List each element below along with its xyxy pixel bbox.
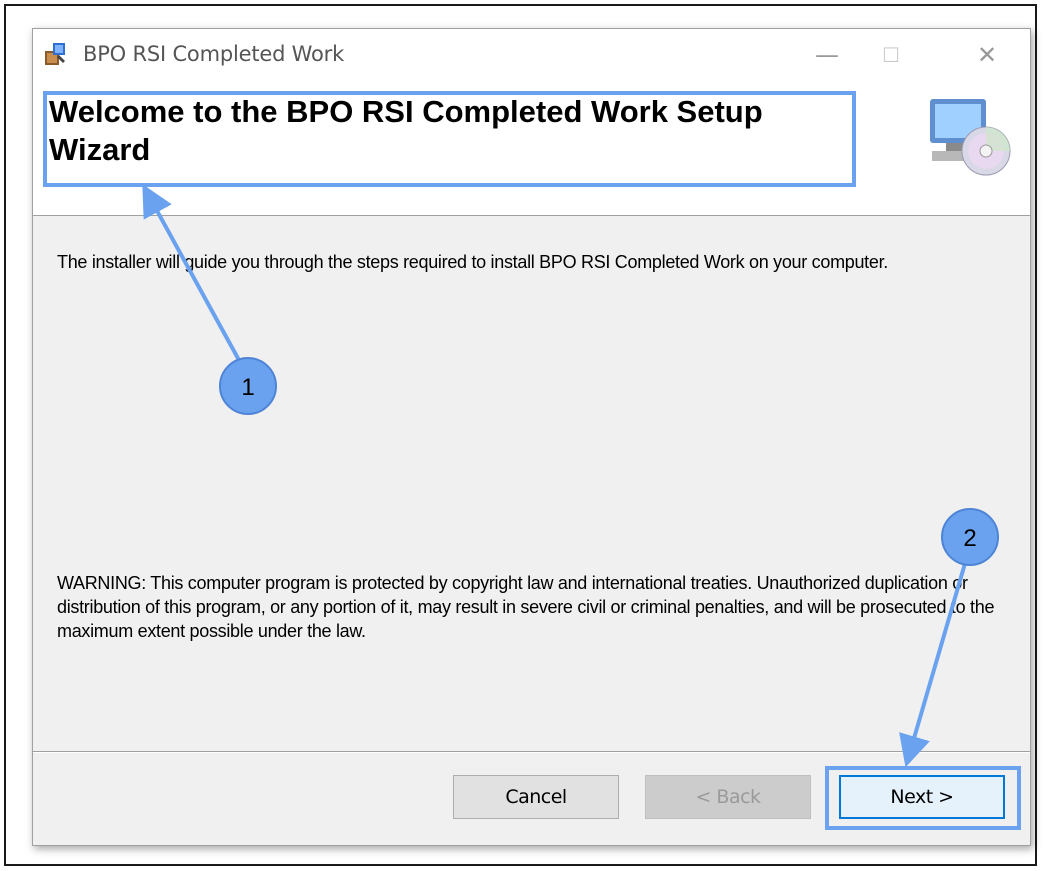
- installer-app-icon: [45, 43, 65, 65]
- button-separator: [33, 751, 1030, 753]
- close-button[interactable]: ✕: [959, 35, 1015, 75]
- installer-window: BPO RSI Completed Work — ☐ ✕ Welcome to …: [32, 28, 1031, 846]
- computer-cd-icon: [930, 99, 1011, 176]
- minimize-button[interactable]: —: [799, 35, 855, 75]
- maximize-button[interactable]: ☐: [863, 35, 919, 75]
- cancel-button[interactable]: Cancel: [453, 775, 619, 819]
- wizard-header: Welcome to the BPO RSI Completed Work Se…: [33, 81, 1030, 216]
- intro-text: The installer will guide you through the…: [57, 252, 888, 272]
- back-button[interactable]: < Back: [645, 775, 811, 819]
- title-bar: BPO RSI Completed Work — ☐ ✕: [33, 29, 1030, 81]
- window-title: BPO RSI Completed Work: [83, 42, 345, 66]
- wizard-title: Welcome to the BPO RSI Completed Work Se…: [49, 94, 763, 167]
- annotation-highlight-next: [825, 766, 1021, 830]
- copyright-warning: WARNING: This computer program is protec…: [57, 573, 995, 641]
